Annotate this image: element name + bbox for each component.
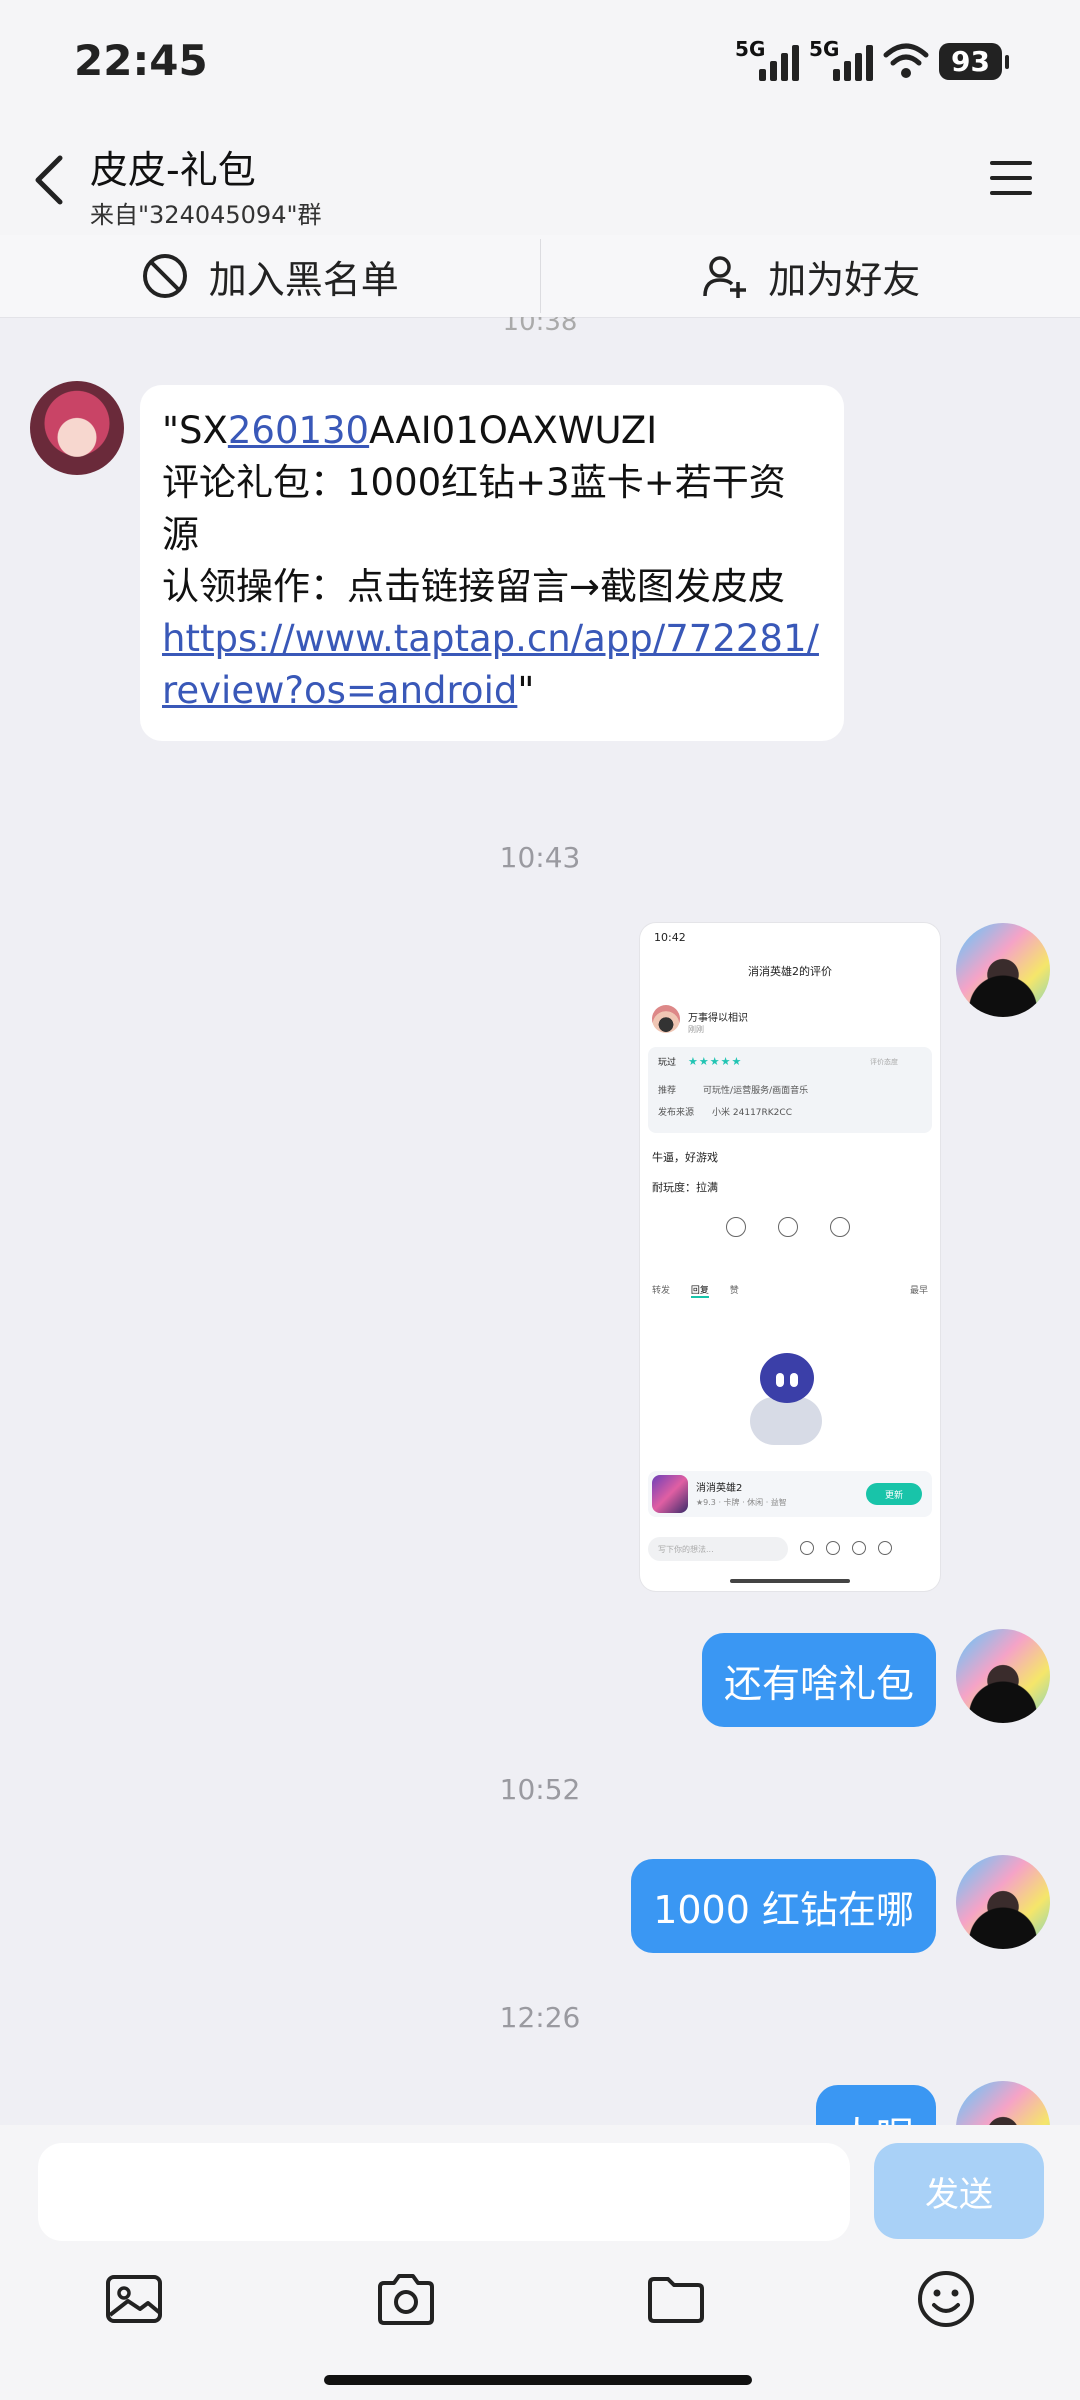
shot-user-sub: 刚刚 <box>688 1025 704 1034</box>
message-text: 还有啥礼包 <box>723 1661 914 1706</box>
menu-icon[interactable] <box>990 161 1032 197</box>
image-message[interactable]: 10:42 消消英雄2的评价 万事得以相识 刚刚 玩过 ★★★★★ 评价态度 推… <box>640 923 940 1591</box>
shot-game-meta: ★9.3 · 卡牌 · 休闲 · 益智 <box>696 1498 787 1507</box>
comment-icon <box>826 1541 840 1555</box>
timestamp: 10:52 <box>499 1773 581 1806</box>
url-link[interactable]: https://www.taptap.cn/app/772281/review?… <box>162 617 819 712</box>
share-icon <box>726 1217 746 1237</box>
empty-robot-illustration <box>740 1351 830 1449</box>
timestamp: 10:38 <box>502 317 578 337</box>
message-text: 人呢 <box>838 2105 914 2126</box>
camera-icon[interactable] <box>374 2267 438 2331</box>
image-icon[interactable] <box>102 2267 166 2331</box>
shot-row1-label: 推荐 <box>658 1086 677 1096</box>
chat-title: 皮皮-礼包 <box>90 148 256 192</box>
my-avatar[interactable] <box>956 923 1050 1017</box>
action-bar: 加入黑名单 加为好友 <box>0 235 1080 318</box>
message-bubble-outgoing[interactable]: 人呢 <box>815 2085 936 2126</box>
shot-rating-card: 玩过 ★★★★★ 评价态度 推荐 可玩性/运营服务/画面音乐 发布来源 小米 2… <box>648 1047 932 1133</box>
message-input[interactable] <box>38 2143 850 2241</box>
battery-indicator: 93 <box>939 42 1009 80</box>
my-avatar[interactable] <box>956 1855 1050 1949</box>
block-icon <box>142 254 187 298</box>
back-icon[interactable] <box>30 150 70 210</box>
shot-review: 牛逼，好游戏 <box>652 1151 718 1164</box>
shot-status-time: 10:42 <box>654 931 686 944</box>
message-text: 认领操作：点击链接留言→截图发皮皮 <box>162 565 786 608</box>
shot-username: 万事得以相识 刚刚 <box>688 1009 748 1035</box>
shot-row-1: 推荐 可玩性/运营服务/画面音乐 <box>658 1083 808 1096</box>
block-button[interactable]: 加入黑名单 <box>0 235 540 317</box>
message-bubble-outgoing[interactable]: 还有啥礼包 <box>701 1633 936 1727</box>
thumbs-down-icon <box>878 1541 892 1555</box>
shot-played: 玩过 <box>658 1058 677 1068</box>
shot-user: 万事得以相识 <box>688 1013 748 1024</box>
folder-icon[interactable] <box>644 2267 708 2331</box>
shot-nav-title: 消消英雄2的评价 <box>748 965 832 978</box>
message-text: AAI01OAXWUZI <box>369 409 658 452</box>
chat-header: 皮皮-礼包 来自"324045094"群 <box>0 125 1080 235</box>
shot-row1-value: 可玩性/运营服务/画面音乐 <box>703 1086 809 1096</box>
composer: 发送 <box>0 2125 1080 2400</box>
thumbs-up-icon <box>778 1217 798 1237</box>
share-icon <box>800 1541 814 1555</box>
composer-toolbar <box>0 2253 1080 2353</box>
signal-icon: 5G <box>809 37 874 81</box>
shot-stars: ★★★★★ <box>688 1055 743 1068</box>
add-friend-label: 加为好友 <box>768 257 921 302</box>
thumbs-up-icon <box>852 1541 866 1555</box>
send-button[interactable]: 发送 <box>874 2143 1044 2239</box>
network-type: 5G <box>735 37 766 61</box>
status-bar: 22:45 5G 5G 93 <box>0 0 1080 125</box>
thumbs-down-icon <box>830 1217 850 1237</box>
block-label: 加入黑名单 <box>208 257 399 302</box>
shot-row-2: 发布来源 小米 24117RK2CC <box>658 1105 792 1118</box>
timestamp: 12:26 <box>499 2001 581 2034</box>
shot-update-button: 更新 <box>866 1483 922 1505</box>
shot-avatar <box>652 1005 680 1033</box>
status-time: 22:45 <box>74 36 208 85</box>
shot-game-card: 消消英雄2 ★9.3 · 卡牌 · 休闲 · 益智 更新 <box>648 1471 932 1517</box>
add-friend-button[interactable]: 加为好友 <box>541 235 1080 317</box>
code-link[interactable]: 260130 <box>228 409 369 452</box>
my-avatar[interactable] <box>956 2081 1050 2125</box>
signal-icon: 5G <box>735 37 800 81</box>
add-friend-icon <box>703 256 747 298</box>
shot-row2-label: 发布来源 <box>658 1108 695 1118</box>
shot-input: 写下你的想法... <box>648 1537 788 1561</box>
message-list[interactable]: 10:38 "SX260130AAI01OAXWUZI 评论礼包：1000红钻+… <box>0 317 1080 2125</box>
shot-tab-like: 赞 <box>729 1286 739 1296</box>
shot-home-indicator <box>730 1579 850 1583</box>
chat-subtitle: 来自"324045094"群 <box>90 201 322 229</box>
shot-row2-value: 小米 24117RK2CC <box>712 1108 792 1118</box>
message-text: "SX <box>162 409 228 452</box>
shot-tab-reply: 回复 <box>690 1286 709 1298</box>
home-indicator <box>324 2375 752 2385</box>
wifi-icon <box>883 43 929 78</box>
emoji-icon[interactable] <box>914 2267 978 2331</box>
message-text: 1000 红钻在哪 <box>653 1887 914 1932</box>
timestamp: 10:43 <box>499 841 581 874</box>
shot-durability: 耐玩度：拉满 <box>652 1181 718 1194</box>
my-avatar[interactable] <box>956 1629 1050 1723</box>
shot-tab-forward: 转发 <box>652 1286 671 1296</box>
message-text: 评论礼包：1000红钻+3蓝卡+若干资源 <box>162 461 786 556</box>
game-icon <box>652 1475 688 1513</box>
shot-rating-label: 评价态度 <box>870 1058 898 1066</box>
sender-avatar[interactable] <box>30 381 124 475</box>
message-bubble-outgoing[interactable]: 1000 红钻在哪 <box>631 1859 936 1953</box>
network-type: 5G <box>809 37 840 61</box>
message-text: " <box>517 669 535 712</box>
status-icons: 5G 5G 93 <box>735 37 1009 84</box>
shot-game-name: 消消英雄2 <box>696 1483 743 1494</box>
shot-tabs: 转发 回复 赞 <box>652 1283 739 1298</box>
shot-sort: 最早 <box>909 1286 928 1296</box>
message-bubble-incoming[interactable]: "SX260130AAI01OAXWUZI 评论礼包：1000红钻+3蓝卡+若干… <box>140 385 844 741</box>
